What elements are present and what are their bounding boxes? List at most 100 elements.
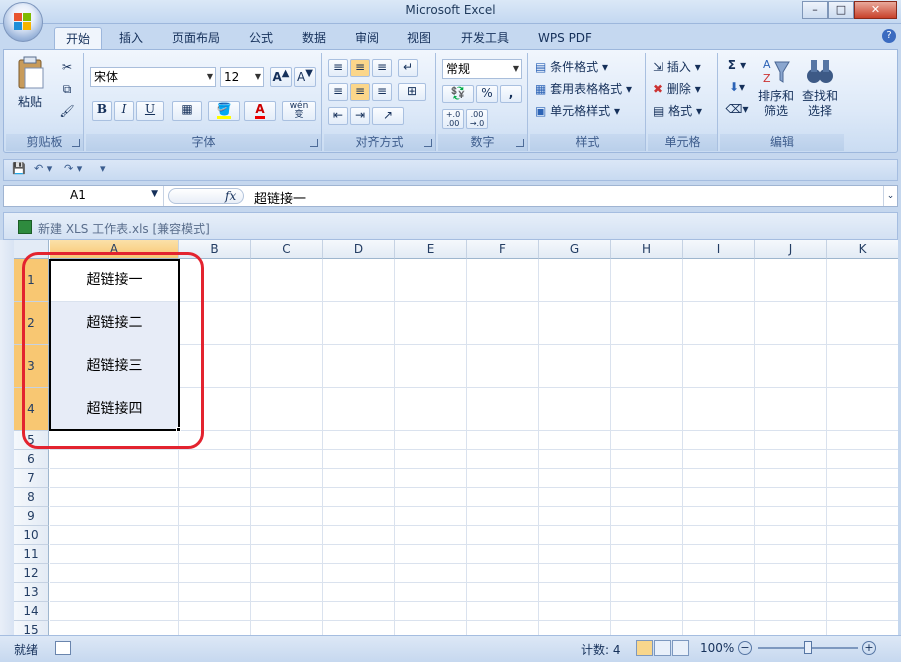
sort-filter-icon: AZ: [763, 58, 790, 85]
office-button[interactable]: [3, 2, 43, 42]
row-header-9[interactable]: 9: [14, 507, 49, 526]
autosum-button[interactable]: Σ ▾: [724, 57, 750, 77]
maximize-button[interactable]: □: [828, 1, 854, 19]
alignment-launcher-icon[interactable]: [424, 139, 432, 147]
alignment-group: ≡ ≡ ≡ ↵ ≡ ≡ ≡ ⊞ ⇤ ⇥ ↗ 对齐方式: [324, 53, 436, 151]
format-cells-button[interactable]: ▤ 格式 ▾: [652, 101, 714, 121]
undo-icon[interactable]: ↶ ▾: [34, 162, 52, 175]
borders-button[interactable]: ▦: [172, 101, 202, 121]
align-bottom-button[interactable]: ≡: [372, 59, 392, 77]
tab-page-layout[interactable]: 页面布局: [162, 27, 230, 50]
page-layout-view-button[interactable]: [654, 640, 671, 656]
column-header-g[interactable]: G: [539, 240, 611, 259]
tab-insert[interactable]: 插入: [110, 27, 152, 50]
insert-cells-button[interactable]: ⇲ 插入 ▾: [652, 57, 714, 77]
tab-wps-pdf[interactable]: WPS PDF: [530, 27, 600, 50]
comma-button[interactable]: ,: [500, 85, 522, 103]
clipboard-launcher-icon[interactable]: [72, 139, 80, 147]
tab-review[interactable]: 审阅: [346, 27, 388, 50]
decrease-decimal-button[interactable]: .00 →.0: [466, 109, 488, 129]
column-header-i[interactable]: I: [683, 240, 755, 259]
save-icon[interactable]: 💾: [12, 162, 26, 175]
quick-access-toolbar: 💾 ↶ ▾ ↷ ▾ ▾: [3, 159, 898, 181]
number-launcher-icon[interactable]: [516, 139, 524, 147]
tab-view[interactable]: 视图: [398, 27, 440, 50]
italic-button[interactable]: I: [114, 101, 134, 121]
font-name-combo[interactable]: 宋体 ▼: [90, 67, 216, 87]
customize-qat-icon[interactable]: ▾: [100, 162, 106, 175]
column-header-h[interactable]: H: [611, 240, 683, 259]
row-header-6[interactable]: 6: [14, 450, 49, 469]
increase-decimal-button[interactable]: +.0 .00: [442, 109, 464, 129]
redo-icon[interactable]: ↷ ▾: [64, 162, 82, 175]
tab-formulas[interactable]: 公式: [240, 27, 282, 50]
column-header-e[interactable]: E: [395, 240, 467, 259]
decrease-indent-button[interactable]: ⇤: [328, 107, 348, 125]
tab-developer[interactable]: 开发工具: [450, 27, 520, 50]
page-break-view-button[interactable]: [672, 640, 689, 656]
tab-home[interactable]: 开始: [54, 27, 102, 50]
row-header-10[interactable]: 10: [14, 526, 49, 545]
sort-filter-button[interactable]: AZ 排序和 筛选: [756, 55, 796, 129]
fill-button[interactable]: ⬇▾: [724, 79, 750, 99]
grow-font-button[interactable]: A▲: [270, 67, 292, 87]
number-format-combo[interactable]: 常规 ▼: [442, 59, 522, 79]
row-header-14[interactable]: 14: [14, 602, 49, 621]
row-header-11[interactable]: 11: [14, 545, 49, 564]
help-icon[interactable]: ?: [882, 29, 896, 43]
row-header-8[interactable]: 8: [14, 488, 49, 507]
font-size-combo[interactable]: 12 ▼: [220, 67, 264, 87]
align-right-button[interactable]: ≡: [372, 83, 392, 101]
font-launcher-icon[interactable]: [310, 139, 318, 147]
delete-cells-button[interactable]: ✖ 删除 ▾: [652, 79, 714, 99]
copy-button[interactable]: ⧉: [58, 81, 76, 99]
row-header-7[interactable]: 7: [14, 469, 49, 488]
fill-color-button[interactable]: 🪣: [208, 101, 240, 121]
shrink-font-button[interactable]: A▼: [294, 67, 316, 87]
zoom-in-button[interactable]: +: [862, 641, 876, 655]
zoom-level[interactable]: 100%: [700, 641, 734, 655]
zoom-slider-thumb[interactable]: [804, 641, 812, 654]
increase-indent-button[interactable]: ⇥: [350, 107, 370, 125]
macro-record-icon[interactable]: [55, 641, 71, 655]
bold-button[interactable]: B: [92, 101, 112, 121]
align-left-button[interactable]: ≡: [328, 83, 348, 101]
close-button[interactable]: ✕: [854, 1, 897, 19]
phonetic-button[interactable]: wén 变: [282, 101, 316, 121]
font-color-button[interactable]: A: [244, 101, 276, 121]
row-header-13[interactable]: 13: [14, 583, 49, 602]
align-top-button[interactable]: ≡: [328, 59, 348, 77]
format-as-table-button[interactable]: ▦ 套用表格格式 ▾: [534, 79, 642, 99]
insert-function-button[interactable]: fx: [168, 188, 244, 204]
expand-formula-bar-icon[interactable]: ⌄: [883, 186, 897, 206]
minimize-button[interactable]: –: [802, 1, 828, 19]
clipboard-group: 粘贴 ✂ ⧉ 🖌 剪贴板: [6, 53, 84, 151]
column-header-d[interactable]: D: [323, 240, 395, 259]
wrap-text-button[interactable]: ↵: [398, 59, 418, 77]
merge-center-button[interactable]: ⊞: [398, 83, 426, 101]
cut-button[interactable]: ✂: [58, 59, 76, 77]
column-header-f[interactable]: F: [467, 240, 539, 259]
tab-data[interactable]: 数据: [293, 27, 335, 50]
paste-button[interactable]: 粘贴: [12, 55, 48, 113]
cell-styles-button[interactable]: ▣ 单元格样式 ▾: [534, 101, 642, 121]
column-header-j[interactable]: J: [755, 240, 827, 259]
orientation-button[interactable]: ↗: [372, 107, 404, 125]
row-header-15[interactable]: 15: [14, 621, 49, 635]
formula-input[interactable]: 超链接一: [254, 188, 306, 207]
align-middle-button[interactable]: ≡: [350, 59, 370, 77]
zoom-out-button[interactable]: −: [738, 641, 752, 655]
column-header-c[interactable]: C: [251, 240, 323, 259]
conditional-format-button[interactable]: ▤ 条件格式 ▾: [534, 57, 642, 77]
percent-button[interactable]: %: [476, 85, 498, 103]
row-header-12[interactable]: 12: [14, 564, 49, 583]
underline-button[interactable]: U: [136, 101, 164, 121]
normal-view-button[interactable]: [636, 640, 653, 656]
align-center-button[interactable]: ≡: [350, 83, 370, 101]
column-header-k[interactable]: K: [827, 240, 898, 259]
format-painter-button[interactable]: 🖌: [58, 103, 76, 121]
clear-button[interactable]: ⌫▾: [724, 101, 750, 121]
accounting-format-button[interactable]: 💱: [442, 85, 474, 103]
name-box[interactable]: A1 ▼: [4, 186, 164, 206]
find-select-button[interactable]: 查找和 选择: [800, 55, 840, 129]
